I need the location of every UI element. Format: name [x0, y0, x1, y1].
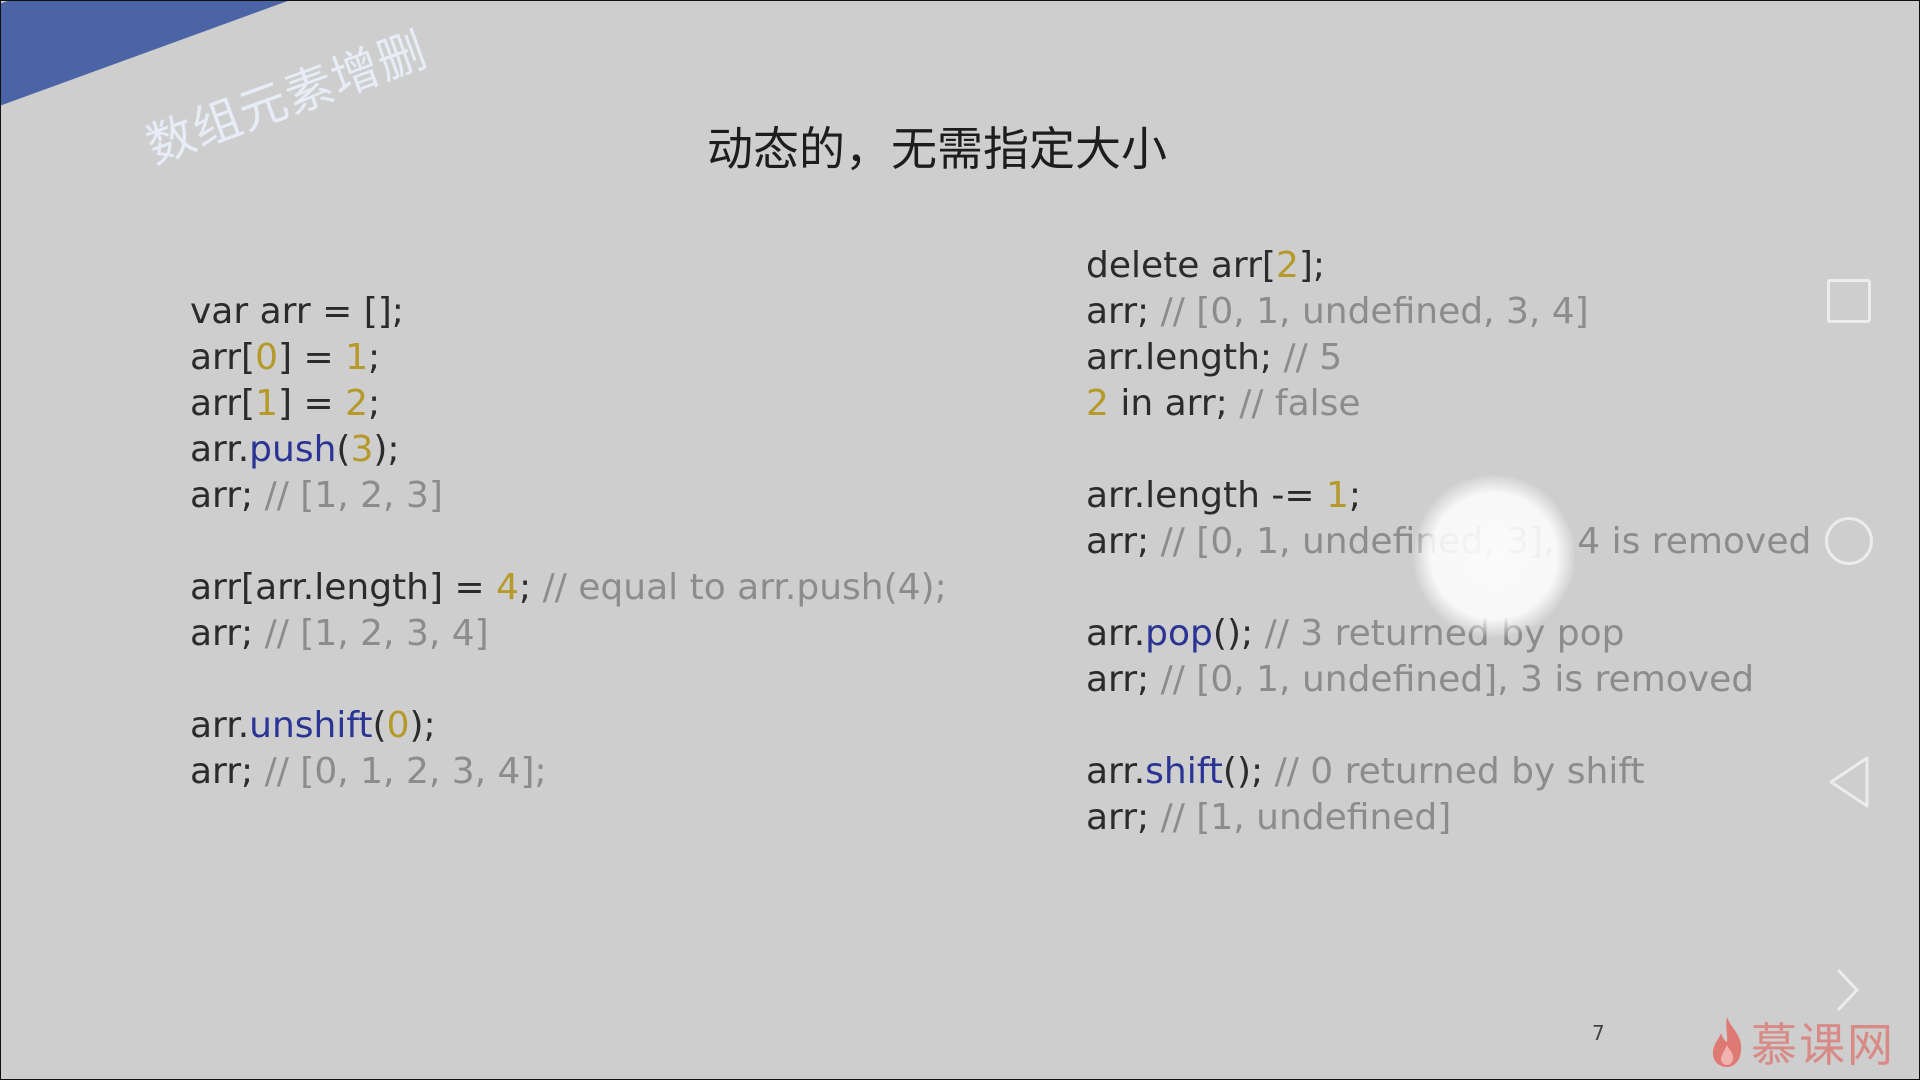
code-line: arr.length -= 1; — [1086, 473, 1811, 519]
code-token: // [0, 1, 2, 3, 4]; — [264, 751, 547, 792]
code-token: arr[ — [190, 383, 256, 424]
chevron-right-icon[interactable] — [1833, 967, 1863, 1013]
logo-text: 慕课网 — [1751, 1018, 1895, 1072]
home-icon[interactable] — [1825, 517, 1873, 565]
code-token: pop — [1145, 613, 1213, 654]
brand-logo: 慕课网 — [1707, 1013, 1895, 1072]
code-token: 2 — [1086, 383, 1109, 424]
code-token: arr. — [190, 705, 250, 746]
code-token: // [0, 1, undefined, 3, 4] — [1160, 291, 1589, 332]
code-token: var arr = []; — [190, 291, 404, 332]
code-token: // false — [1239, 383, 1361, 424]
code-line: arr; // [0, 1, undefined], 3 is removed — [1086, 657, 1811, 703]
code-token: // equal to arr.push(4); — [542, 567, 947, 608]
code-token: ); — [409, 705, 436, 746]
code-token: arr[ — [190, 337, 256, 378]
code-line: arr.unshift(0); — [190, 703, 947, 749]
code-line: var arr = []; — [190, 289, 947, 335]
code-token: 1 — [345, 337, 368, 378]
code-token: ] = — [277, 337, 346, 378]
code-token: ( — [336, 429, 351, 470]
code-token: arr.length; — [1086, 337, 1284, 378]
code-token: ; — [1348, 475, 1362, 516]
code-token: // [1, 2, 3, 4] — [264, 613, 489, 654]
slide-frame: 数组元素增删 动态的，无需指定大小 var arr = []; arr[0] = … — [0, 0, 1920, 1080]
code-token: arr; — [1086, 291, 1161, 332]
code-token: arr; — [190, 475, 265, 516]
code-line: arr.push(3); — [190, 427, 947, 473]
code-token: shift — [1145, 751, 1223, 792]
code-token: 1 — [255, 383, 278, 424]
recent-apps-icon[interactable] — [1827, 279, 1871, 323]
code-token: 3 — [350, 429, 374, 470]
code-line: 2 in arr; // false — [1086, 381, 1811, 427]
code-line: arr; // [0, 1, undefined, 3, 4] — [1086, 289, 1811, 335]
code-token: arr; — [1086, 521, 1161, 562]
code-token: ; — [519, 567, 543, 608]
code-token: // [0, 1, undefined, 3], 4 is removed — [1160, 521, 1812, 562]
back-triangle-icon[interactable] — [1827, 755, 1871, 809]
code-token: // [1, undefined] — [1160, 797, 1452, 838]
page-number: 7 — [1592, 1021, 1605, 1045]
code-line: arr; // [0, 1, undefined, 3], 4 is remov… — [1086, 519, 1811, 565]
code-token: // 5 — [1283, 337, 1343, 378]
code-token: arr; — [1086, 797, 1161, 838]
code-token: 0 — [386, 705, 410, 746]
code-token: in arr; — [1108, 383, 1240, 424]
code-token: ]; — [1298, 245, 1326, 286]
flame-icon — [1712, 1017, 1742, 1067]
code-token: ] = — [277, 383, 346, 424]
code-token: 1 — [1325, 475, 1349, 516]
code-token: ; — [368, 383, 381, 424]
code-token: push — [249, 429, 337, 470]
code-line: arr; // [0, 1, 2, 3, 4]; — [190, 749, 947, 795]
code-token: arr. — [190, 429, 250, 470]
code-token: ; — [368, 337, 381, 378]
code-line: arr; // [1, undefined] — [1086, 795, 1811, 841]
code-token: arr; — [190, 613, 265, 654]
code-token: arr; — [1086, 659, 1161, 700]
slide-title: 动态的，无需指定大小 — [707, 122, 1167, 176]
code-line: arr[arr.length] = 4; // equal to arr.pus… — [190, 565, 947, 611]
code-token: // 0 returned by shift — [1274, 751, 1645, 792]
code-token: 0 — [255, 337, 278, 378]
code-token: (); — [1212, 613, 1265, 654]
code-token: ); — [373, 429, 400, 470]
code-line: arr.length; // 5 — [1086, 335, 1811, 381]
code-line: arr.pop(); // 3 returned by pop — [1086, 611, 1811, 657]
code-token: ( — [372, 705, 387, 746]
code-token: arr. — [1086, 751, 1146, 792]
code-line: arr[1] = 2; — [190, 381, 947, 427]
code-line: arr[0] = 1; — [190, 335, 947, 381]
code-line: arr; // [1, 2, 3, 4] — [190, 611, 947, 657]
code-token: 2 — [345, 383, 368, 424]
code-token: // [0, 1, undefined], 3 is removed — [1160, 659, 1755, 700]
left-code-block: var arr = []; arr[0] = 1; arr[1] = 2; arr.p… — [190, 289, 947, 795]
code-token: // 3 returned by pop — [1264, 613, 1625, 654]
code-token: (); — [1222, 751, 1275, 792]
code-token: 2 — [1275, 245, 1299, 286]
code-token: arr. — [1086, 613, 1146, 654]
code-token: arr.length -= — [1086, 475, 1326, 516]
code-line: arr; // [1, 2, 3] — [190, 473, 947, 519]
code-token: 4 — [496, 567, 519, 608]
code-line: delete arr[2]; — [1086, 243, 1811, 289]
code-token: // [1, 2, 3] — [264, 475, 443, 516]
code-line: arr.shift(); // 0 returned by shift — [1086, 749, 1811, 795]
code-token: delete arr[ — [1086, 245, 1276, 286]
right-code-block: delete arr[2]; arr; // [0, 1, undefined, … — [1086, 243, 1811, 841]
code-token: unshift — [249, 705, 373, 746]
code-token: arr; — [190, 751, 265, 792]
code-token: arr[arr.length] = — [190, 567, 497, 608]
